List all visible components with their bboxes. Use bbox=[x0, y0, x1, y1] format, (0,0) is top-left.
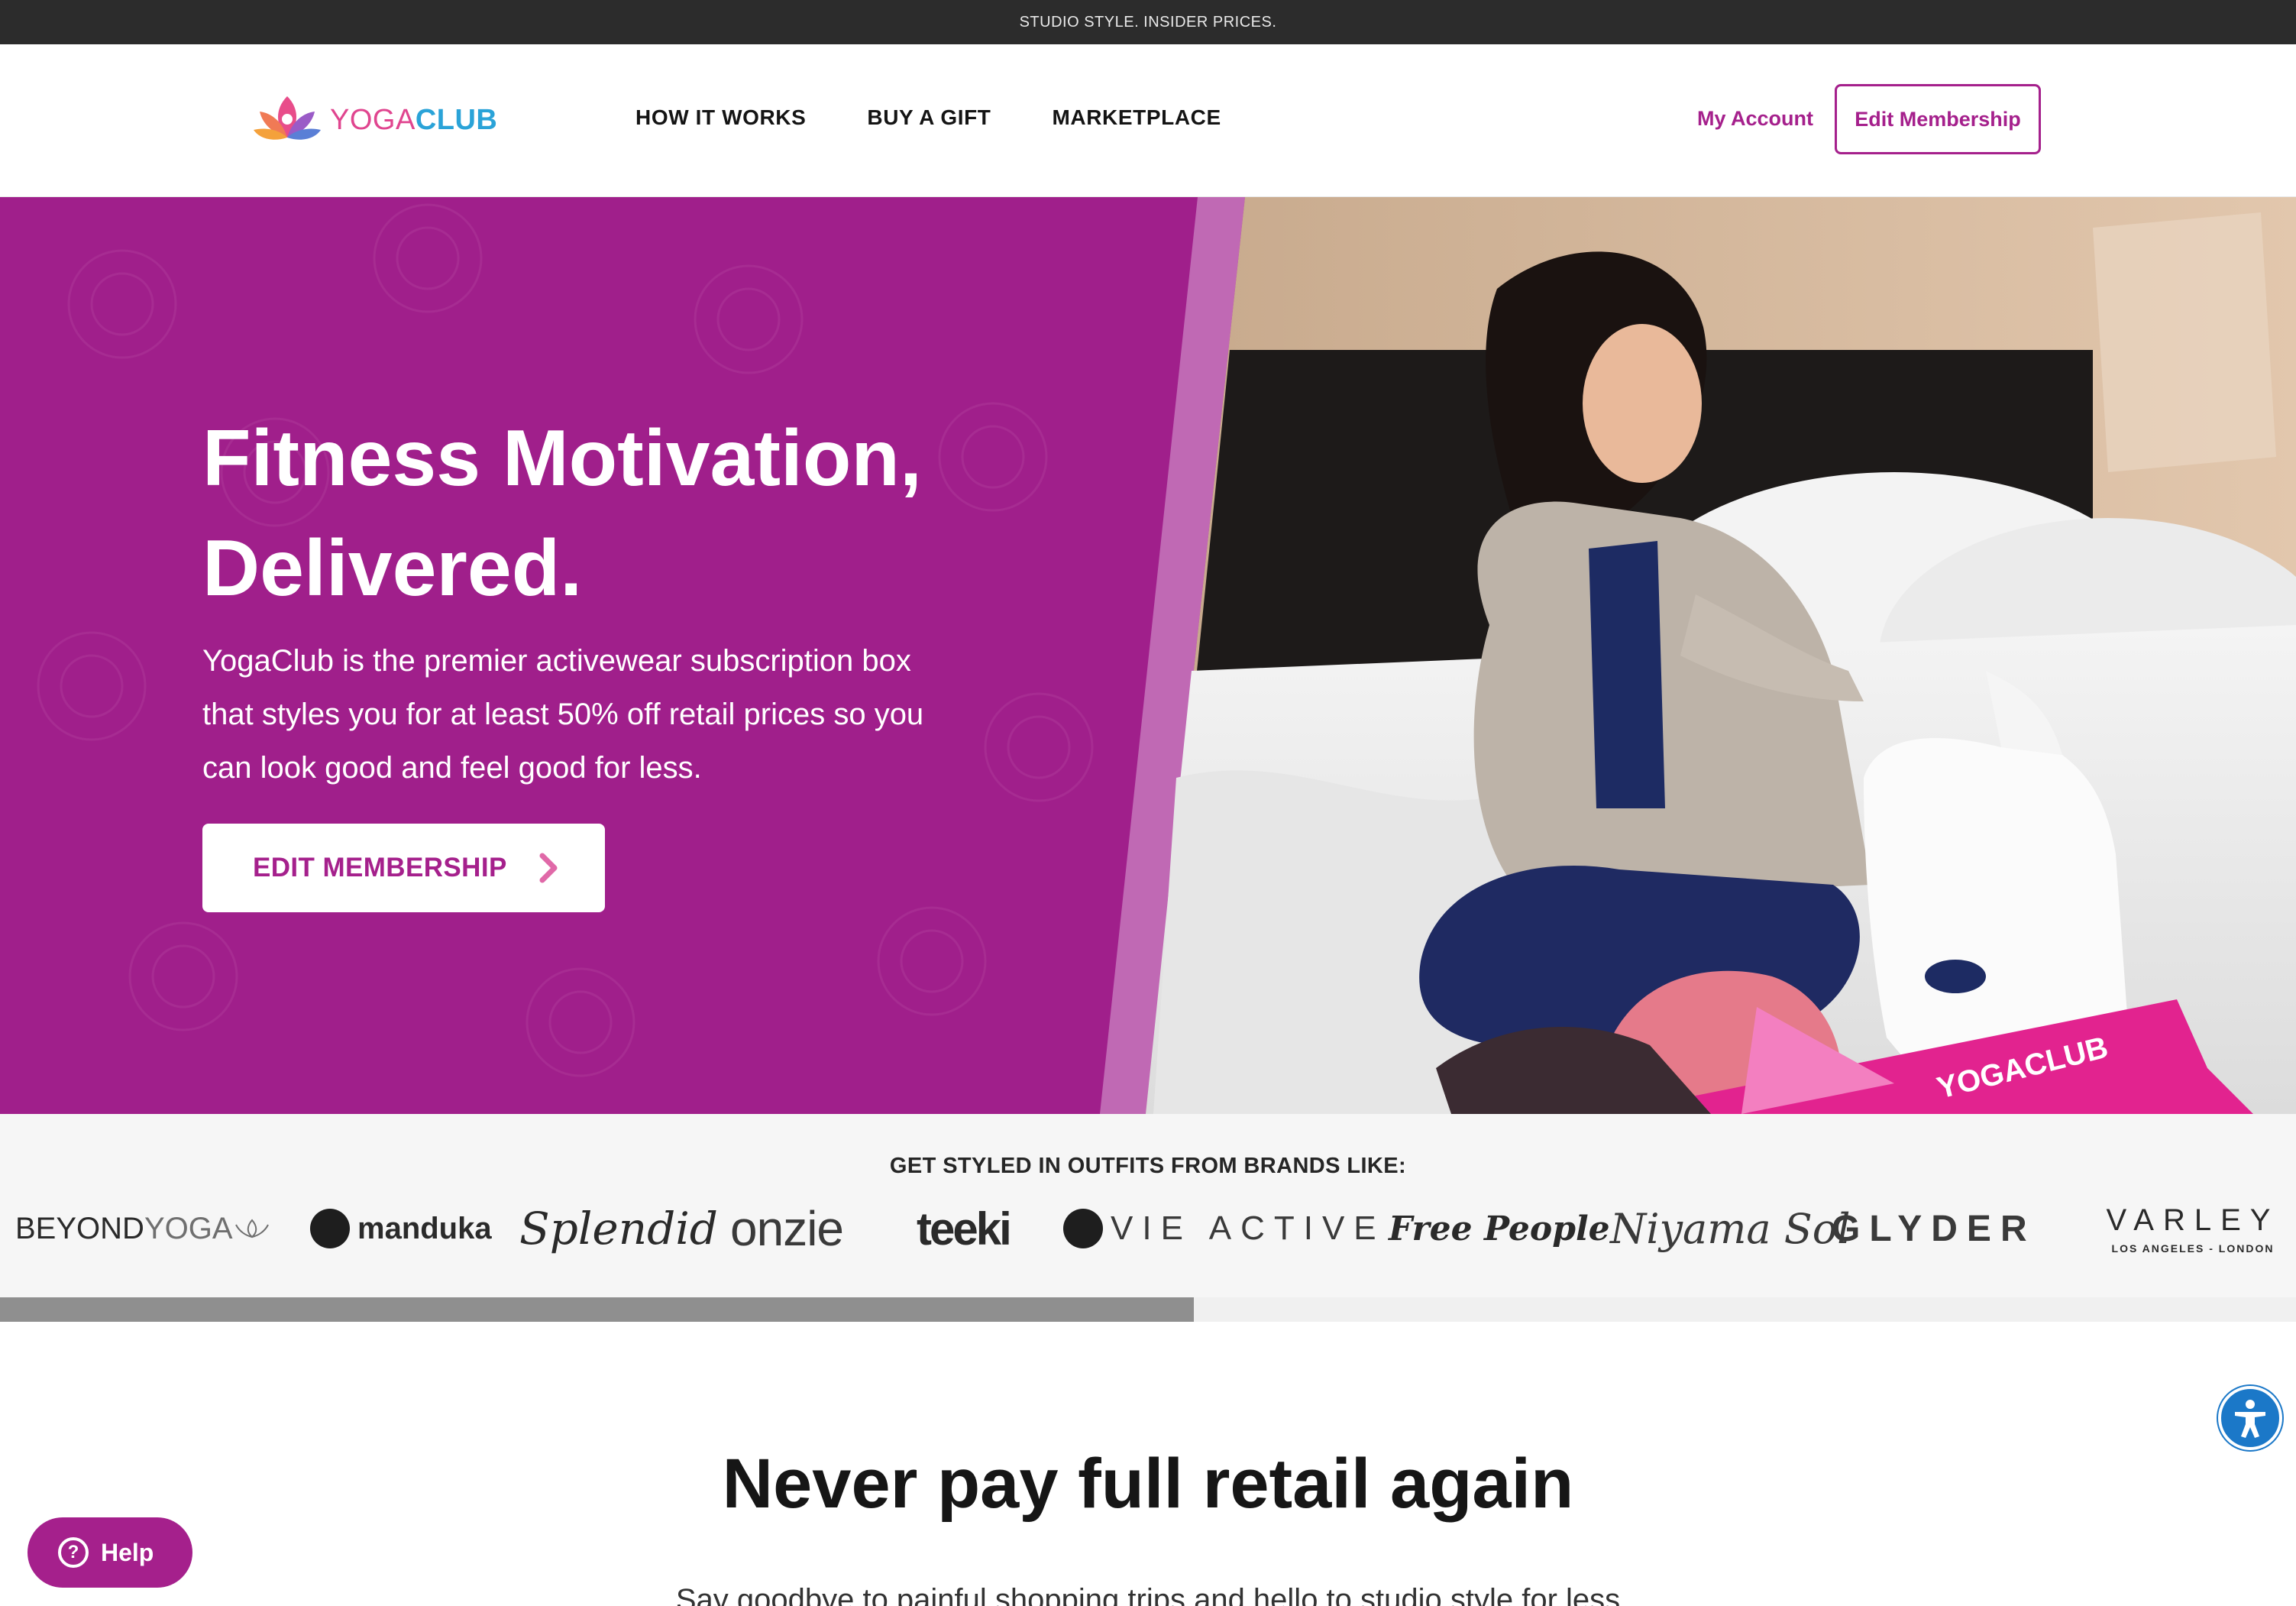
promo-text: STUDIO STYLE. INSIDER PRICES. bbox=[1019, 13, 1277, 31]
brand-logo-niyama-sol: Niyama Sol bbox=[1610, 1204, 1851, 1253]
brand-varley-text: VARLEY bbox=[2106, 1203, 2280, 1237]
brand-manduka-text: manduka bbox=[357, 1211, 492, 1245]
hero-description: YogaClub is the premier activewear subsc… bbox=[202, 644, 924, 785]
nav-how-it-works[interactable]: HOW IT WORKS bbox=[635, 105, 806, 130]
hero-title-line-1: Fitness Motivation, bbox=[202, 414, 922, 503]
nav-buy-a-gift[interactable]: BUY A GIFT bbox=[867, 105, 991, 130]
brand-logo-varley: VARLEY LOS ANGELES - LONDON bbox=[2105, 1198, 2281, 1259]
hero-edit-membership-button[interactable]: EDIT MEMBERSHIP bbox=[202, 824, 605, 912]
brand-logo-manduka: manduka bbox=[310, 1198, 492, 1259]
brand-beyond-text: BEYOND bbox=[15, 1211, 144, 1245]
lotus-small-icon bbox=[234, 1219, 269, 1238]
brands-scrollbar-track[interactable] bbox=[0, 1297, 2296, 1322]
chevron-right-icon bbox=[539, 853, 558, 883]
brands-scrollbar-thumb[interactable] bbox=[0, 1297, 1195, 1322]
yogaclub-logo[interactable]: YOGACLUB bbox=[252, 92, 497, 148]
lotus-logo-icon bbox=[254, 96, 321, 140]
edit-membership-button[interactable]: Edit Membership bbox=[1835, 84, 2041, 154]
section-title: Never pay full retail again bbox=[722, 1445, 1574, 1523]
accessibility-button[interactable] bbox=[2218, 1386, 2282, 1450]
logo-text-yoga: YOGA bbox=[330, 103, 416, 136]
question-icon: ? bbox=[58, 1537, 89, 1568]
vie-emblem-icon bbox=[1063, 1209, 1103, 1248]
hero-section: YOGACLUB Fitness Motivation, Delivered. … bbox=[0, 197, 2296, 1114]
accessibility-icon bbox=[2235, 1400, 2265, 1438]
manduka-emblem-icon bbox=[310, 1209, 350, 1248]
promo-bar: STUDIO STYLE. INSIDER PRICES. bbox=[0, 0, 2296, 44]
main-nav: HOW IT WORKS BUY A GIFT MARKETPLACE bbox=[635, 105, 1221, 130]
my-account-link[interactable]: My Account bbox=[1697, 107, 1813, 131]
brand-logo-vie-active: VIE ACTIVE bbox=[1063, 1198, 1386, 1259]
brand-logo-beyond-yoga: BEYOND YOGA bbox=[15, 1198, 271, 1259]
logo-text: YOGACLUB bbox=[330, 104, 497, 137]
brand-logo-glyder: GLYDER bbox=[1832, 1208, 2036, 1249]
brand-logo-teeki: teeki bbox=[917, 1203, 1012, 1255]
nav-marketplace[interactable]: MARKETPLACE bbox=[1052, 105, 1221, 130]
brands-strip: GET STYLED IN OUTFITS FROM BRANDS LIKE: … bbox=[0, 1114, 2296, 1297]
help-button[interactable]: ? Help bbox=[27, 1517, 192, 1588]
brand-logo-free-people: Free People bbox=[1389, 1209, 1610, 1248]
hero-title: Fitness Motivation, Delivered. bbox=[202, 403, 1043, 623]
help-label: Help bbox=[101, 1538, 154, 1566]
brand-logo-onzie: onzie bbox=[730, 1201, 844, 1256]
brand-logo-splendid: Splendid bbox=[519, 1203, 718, 1255]
hero-title-line-2: Delivered. bbox=[202, 524, 583, 613]
brand-varley-subtext: LOS ANGELES - LONDON bbox=[2111, 1242, 2275, 1255]
brands-heading: GET STYLED IN OUTFITS FROM BRANDS LIKE: bbox=[889, 1154, 1407, 1178]
section-subtitle: Say goodbye to painful shopping trips an… bbox=[675, 1583, 1621, 1606]
brand-vie-text: VIE ACTIVE bbox=[1111, 1209, 1386, 1247]
hero-cta-label: EDIT MEMBERSHIP bbox=[253, 853, 507, 882]
site-header: YOGACLUB HOW IT WORKS BUY A GIFT MARKETP… bbox=[0, 44, 2296, 197]
brand-yoga-text: YOGA bbox=[144, 1211, 233, 1245]
logo-text-club: CLUB bbox=[415, 103, 498, 136]
